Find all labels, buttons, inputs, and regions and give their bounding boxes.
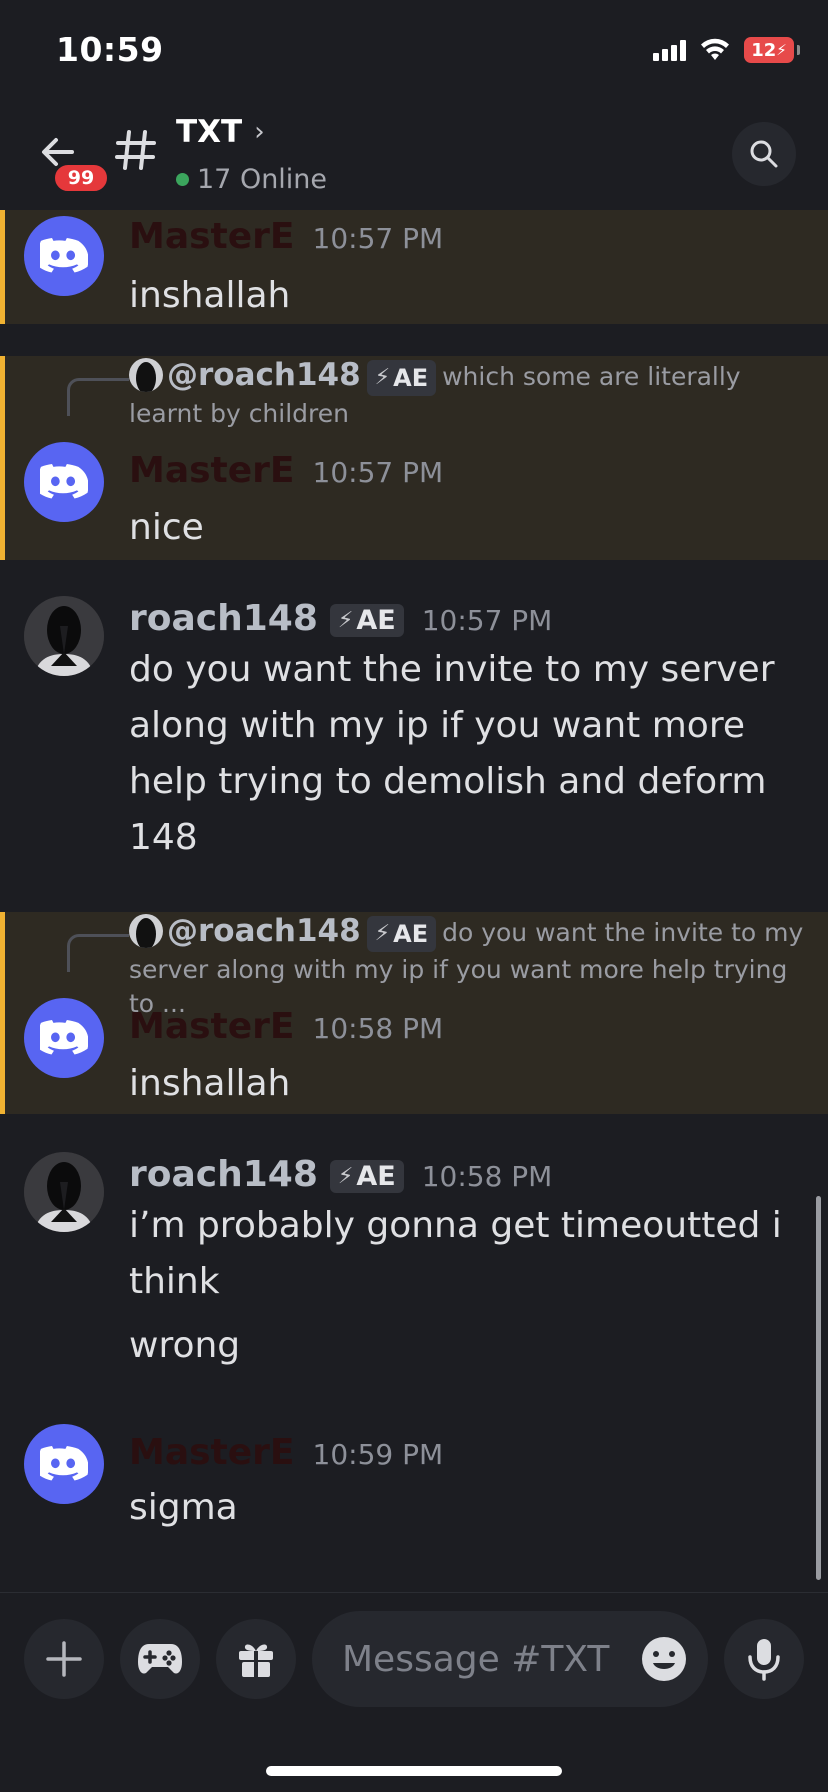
reply-tag: ⚡ AE — [366, 360, 437, 396]
user-tag: ⚡ AE — [329, 1160, 404, 1193]
reply-author[interactable]: @roach148 — [167, 357, 361, 393]
message-text: inshallah — [129, 275, 291, 316]
user-tag: ⚡ AE — [329, 604, 404, 637]
message-header: MasterE 10:57 PM — [129, 216, 443, 257]
chevron-right-icon: › — [254, 117, 265, 147]
avatar[interactable] — [24, 998, 104, 1078]
reply-avatar — [129, 358, 163, 392]
reply-connector — [67, 934, 129, 972]
cellular-signal-icon — [653, 39, 686, 61]
bolt-icon: ⚡ — [374, 365, 391, 390]
message-text: i’m probably gonna get timeoutted i thin… — [129, 1205, 782, 1302]
home-indicator[interactable] — [266, 1766, 562, 1776]
bolt-icon: ⚡ — [337, 1164, 354, 1189]
message-list[interactable]: MasterE 10:57 PM inshallah @roach148 ⚡ AE w… — [0, 210, 828, 1590]
status-icons: 12 ⚡ — [653, 34, 800, 66]
voice-message-button[interactable] — [724, 1619, 804, 1699]
bolt-icon: ⚡ — [374, 921, 391, 946]
search-icon — [750, 140, 778, 168]
message-text: do you want the invite to my server alon… — [129, 649, 775, 858]
avatar[interactable] — [24, 216, 104, 296]
discord-logo-icon — [40, 1446, 88, 1481]
timestamp: 10:59 PM — [312, 1438, 444, 1471]
microphone-icon — [748, 1639, 780, 1681]
reply-tag-label: AE — [393, 920, 429, 948]
reply-connector — [67, 378, 129, 416]
timestamp: 10:58 PM — [421, 1160, 553, 1193]
author-name[interactable]: MasterE — [129, 1006, 295, 1047]
add-attachment-button[interactable] — [24, 1619, 104, 1699]
author-name[interactable]: roach148 — [129, 1154, 318, 1195]
message-text: nice — [129, 507, 204, 548]
channel-title[interactable]: TXT › — [176, 114, 265, 150]
discord-logo-icon — [40, 1020, 88, 1055]
channel-header: 99 TXT › 17 Online — [0, 100, 828, 210]
reply-avatar — [129, 914, 163, 948]
bolt-icon: ⚡ — [337, 608, 354, 633]
avatar[interactable] — [24, 1424, 104, 1504]
emoji-icon[interactable] — [640, 1635, 688, 1683]
message-header: roach148 ⚡ AE 10:58 PM — [129, 1154, 552, 1196]
discord-logo-icon — [40, 238, 88, 273]
message-header: roach148 ⚡ AE 10:57 PM — [129, 598, 552, 640]
message-header: MasterE 10:58 PM — [129, 1006, 443, 1047]
status-time: 10:59 — [56, 30, 164, 69]
timestamp: 10:57 PM — [312, 456, 444, 489]
activities-button[interactable] — [120, 1619, 200, 1699]
author-name[interactable]: MasterE — [129, 450, 295, 491]
search-button[interactable] — [732, 122, 796, 186]
channel-name: TXT — [176, 114, 243, 150]
scrollbar[interactable] — [816, 1196, 821, 1580]
timestamp: 10:57 PM — [312, 222, 444, 255]
reply-tag: ⚡ AE — [366, 916, 437, 952]
message-item[interactable]: MasterE 10:59 PM sigma — [0, 1416, 828, 1536]
reply-author[interactable]: @roach148 — [167, 913, 361, 949]
message-item[interactable]: roach148 ⚡ AE 10:58 PM i’m probably gonna… — [0, 1142, 828, 1366]
wifi-icon — [701, 38, 729, 60]
plus-icon — [46, 1641, 82, 1677]
message-header: MasterE 10:57 PM — [129, 450, 443, 491]
message-text: sigma — [129, 1487, 238, 1528]
unread-badge: 99 — [52, 162, 110, 194]
status-bar: 10:59 12 ⚡ — [0, 0, 828, 100]
discord-logo-icon — [40, 464, 88, 499]
message-text: inshallah — [129, 1063, 291, 1104]
author-name[interactable]: MasterE — [129, 1432, 295, 1473]
reply-tag-label: AE — [393, 364, 429, 392]
hashtag-icon — [115, 130, 156, 170]
message-text: wrong — [129, 1325, 241, 1366]
reply-preview[interactable]: @roach148 ⚡ AE which some are literally lea… — [129, 358, 809, 431]
timestamp: 10:57 PM — [421, 604, 553, 637]
user-tag-label: AE — [356, 605, 396, 636]
timestamp: 10:58 PM — [312, 1012, 444, 1045]
message-item[interactable]: MasterE 10:57 PM inshallah — [0, 210, 828, 324]
author-name[interactable]: MasterE — [129, 216, 295, 257]
battery-icon: 12 ⚡ — [744, 37, 800, 63]
online-text: 17 Online — [197, 164, 328, 195]
reply-preview[interactable]: @roach148 ⚡ AE do you want the invite to my… — [129, 914, 809, 1021]
gamepad-icon — [138, 1644, 182, 1674]
gift-icon — [239, 1644, 273, 1677]
message-item[interactable]: @roach148 ⚡ AE which some are literally lea… — [0, 356, 828, 560]
online-count: 17 Online — [176, 164, 327, 195]
message-item[interactable]: @roach148 ⚡ AE do you want the invite to my… — [0, 912, 828, 1114]
avatar[interactable] — [24, 1152, 104, 1232]
user-tag-label: AE — [356, 1161, 396, 1192]
message-composer — [0, 1592, 828, 1707]
online-status-icon — [176, 173, 189, 186]
battery-level: 12 — [751, 39, 777, 61]
avatar[interactable] — [24, 442, 104, 522]
author-name[interactable]: roach148 — [129, 598, 318, 639]
gift-button[interactable] — [216, 1619, 296, 1699]
message-header: MasterE 10:59 PM — [129, 1432, 443, 1473]
avatar[interactable] — [24, 596, 104, 676]
